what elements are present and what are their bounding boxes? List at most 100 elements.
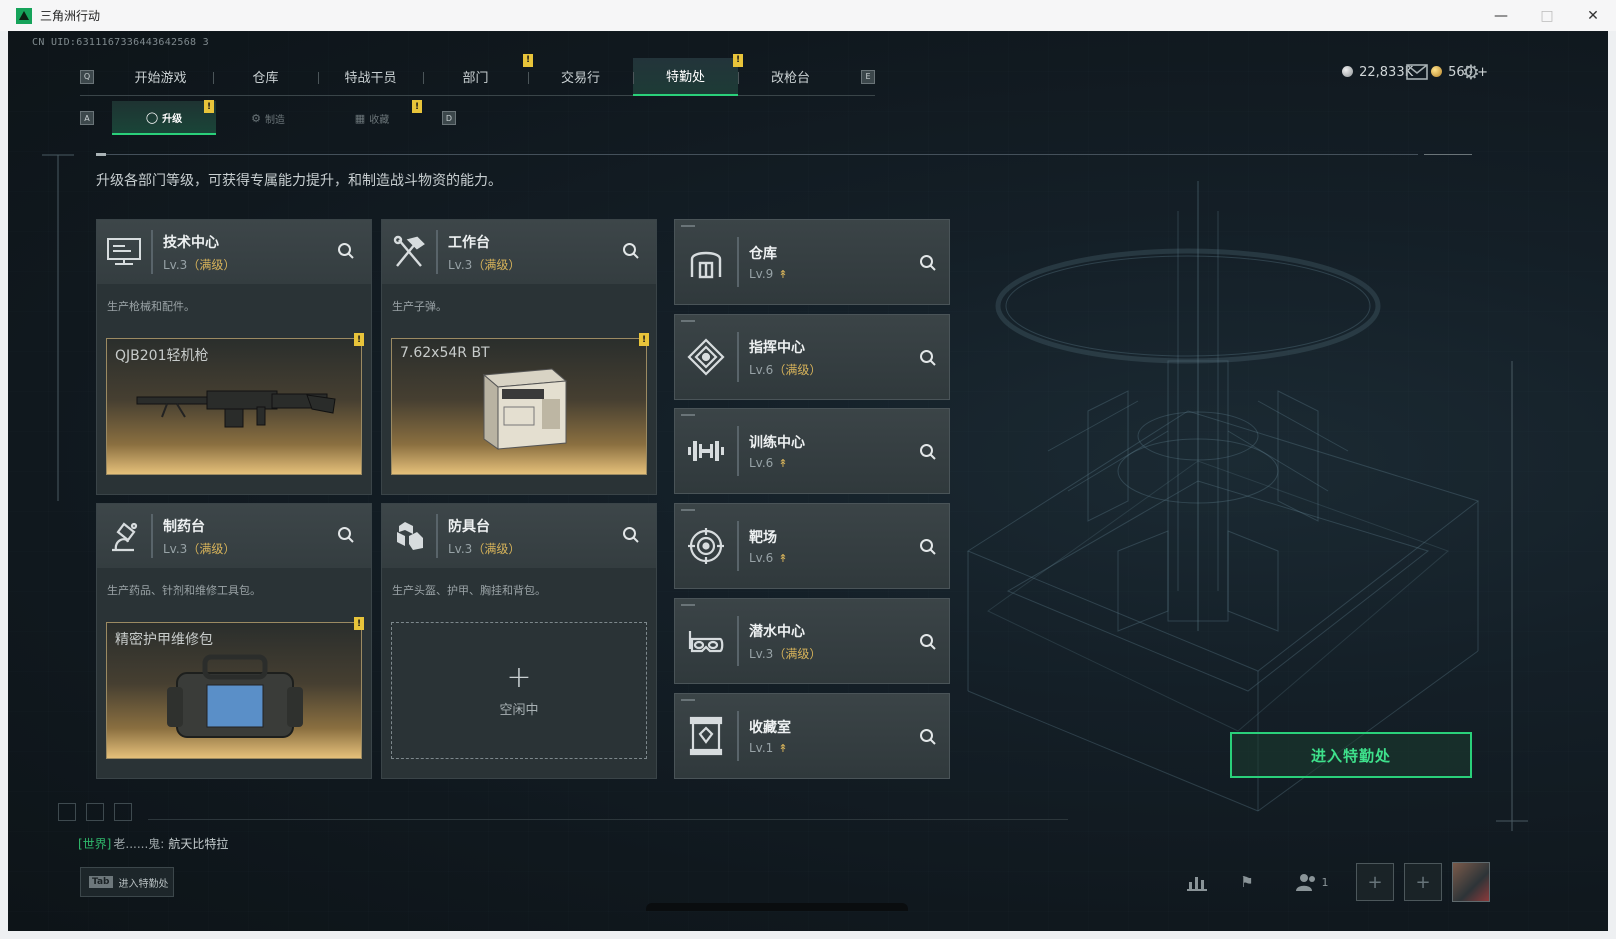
search-icon[interactable] (337, 526, 355, 544)
tab-trading[interactable]: 交易行 (528, 58, 633, 96)
chat-user: 老......鬼: (113, 837, 165, 851)
page-description: 升级各部门等级，可获得专属能力提升，和制造战斗物资的能力。 (96, 173, 502, 189)
facility-card-tech-center[interactable]: 技术中心 Lv.3（满级） 生产枪械和配件。 QJB201轻机枪 ! (96, 219, 372, 495)
app-window: 三角洲行动 — □ ✕ CN UID:6311167336443642568 3… (0, 0, 1616, 939)
add-teammate-slot-1[interactable]: + (1356, 863, 1394, 901)
facility-name: 收藏室 (749, 720, 791, 736)
facility-card-workbench[interactable]: 工作台 Lv.3（满级） 生产子弹。 7.62x54R BT ! (381, 219, 657, 495)
production-item-slot[interactable]: QJB201轻机枪 ! (106, 333, 364, 475)
tab-gunsmith[interactable]: 改枪台 (738, 58, 843, 96)
ammo-box-image (482, 368, 568, 450)
facility-card-pharmacy[interactable]: 制药台 Lv.3（满级） 生产药品、针剂和维修工具包。 精密护甲维修包 ! (96, 503, 372, 779)
facility-description: 生产药品、针剂和维修工具包。 (107, 584, 261, 597)
subtab-collect[interactable]: ▦ 收藏! (320, 100, 424, 135)
key-hint-e: E (861, 69, 875, 84)
tab-operators[interactable]: 特战干员 (318, 58, 423, 96)
idle-production-slot[interactable]: + 空闲中 (391, 622, 647, 759)
upgradable-arrow-icon: ↟ (778, 742, 788, 755)
facility-name: 制药台 (163, 518, 205, 535)
facility-shooting-range[interactable]: 靶场 Lv.6 ↟ (674, 503, 950, 589)
facility-level: Lv.6（满级） (749, 362, 822, 377)
upgrade-icon: ◯ (145, 110, 159, 124)
chat-scroll-track (148, 819, 1068, 820)
top-navigation: Q 开始游戏 仓库 特战干员 部门! 交易行 特勤处! 改枪台 E (80, 53, 875, 96)
tab-key-icon: Tab (89, 876, 113, 888)
divider (96, 153, 106, 156)
tab-special-ops[interactable]: 特勤处! (633, 53, 743, 96)
facility-level: Lv.3（满级） (448, 541, 521, 556)
facility-training-center[interactable]: 训练中心 Lv.6 ↟ (674, 408, 950, 494)
facility-level: Lv.3（满级） (448, 257, 521, 272)
search-icon[interactable] (622, 526, 640, 544)
search-icon[interactable] (919, 254, 937, 272)
subtab-craft[interactable]: ⚙ 制造 (216, 101, 320, 135)
upgradable-arrow-icon: ↟ (778, 552, 788, 565)
search-icon[interactable] (919, 728, 937, 746)
window-title: 三角洲行动 (40, 9, 101, 23)
tab-enter-hint-button[interactable]: Tab 进入特勤处 (80, 867, 174, 897)
facility-diving-center[interactable]: 潜水中心 Lv.3（满级） (674, 598, 950, 684)
add-teammate-slot-2[interactable]: + (1404, 863, 1442, 901)
facility-name: 工作台 (448, 234, 490, 251)
tech-center-icon (97, 220, 151, 284)
facility-name: 仓库 (749, 246, 777, 262)
key-hint-q: Q (80, 69, 94, 84)
alert-badge-icon: ! (412, 100, 422, 113)
player-avatar[interactable] (1452, 862, 1490, 902)
facility-name: 防具台 (448, 518, 490, 535)
key-hint-d: D (442, 111, 456, 125)
silver-currency: 22,833K (1342, 65, 1413, 80)
tab-label: 改枪台 (770, 71, 810, 86)
facility-name: 训练中心 (749, 435, 805, 451)
friends-icon[interactable]: 1 (1290, 867, 1334, 897)
stats-chart-icon[interactable] (1180, 867, 1214, 897)
tab-start-game[interactable]: 开始游戏 (108, 58, 213, 96)
chat-tab-slots (58, 803, 132, 821)
production-item-slot[interactable]: 精密护甲维修包 ! (106, 617, 364, 759)
minimize-icon[interactable]: — (1478, 0, 1524, 31)
idle-status: 空闲中 (499, 703, 539, 718)
search-icon[interactable] (919, 349, 937, 367)
search-icon[interactable] (919, 443, 937, 461)
subtab-upgrade[interactable]: ◯ 升级! (112, 100, 216, 135)
facility-command-center[interactable]: 指挥中心 Lv.6（满级） (674, 314, 950, 400)
facility-name: 靶场 (749, 530, 777, 546)
facility-collection-room[interactable]: 收藏室 Lv.1 ↟ (674, 693, 950, 779)
alert-badge-icon: ! (204, 100, 214, 113)
close-icon[interactable]: ✕ (1570, 0, 1616, 31)
app-logo-icon (16, 7, 32, 24)
flag-icon[interactable]: ⚑ (1230, 867, 1264, 897)
tab-department[interactable]: 部门! (423, 53, 533, 96)
bottom-handle-bar (646, 903, 908, 911)
upgradable-arrow-icon: ↟ (778, 268, 788, 281)
command-center-icon (675, 314, 737, 400)
tab-label: 仓库 (252, 71, 279, 86)
tab-warehouse[interactable]: 仓库 (213, 58, 318, 96)
gold-coin-icon (1431, 66, 1443, 77)
enter-special-ops-button[interactable]: 进入特勤处 (1230, 732, 1472, 778)
facility-warehouse[interactable]: 仓库 Lv.9 ↟ (674, 219, 950, 305)
facility-card-armor-bench[interactable]: 防具台 Lv.3（满级） 生产头盔、护甲、胸挂和背包。 + 空闲中 (381, 503, 657, 779)
mail-icon[interactable] (1404, 61, 1430, 83)
search-icon[interactable] (919, 633, 937, 651)
search-icon[interactable] (919, 538, 937, 556)
settings-gear-icon[interactable]: ⚙ (1458, 60, 1484, 84)
search-icon[interactable] (337, 242, 355, 260)
tab-hint-label: 进入特勤处 (118, 878, 169, 890)
facility-level: Lv.1 ↟ (749, 741, 788, 755)
facility-level: Lv.6 ↟ (749, 456, 788, 470)
maximize-icon[interactable]: □ (1524, 0, 1570, 31)
chat-slot[interactable] (58, 803, 76, 821)
facility-name: 指挥中心 (749, 339, 805, 356)
divider (96, 154, 1418, 155)
chat-message[interactable]: [世界] 老......鬼: 航天比特拉 (78, 835, 228, 852)
facility-level: Lv.9 ↟ (749, 267, 788, 281)
chat-slot[interactable] (114, 803, 132, 821)
production-item-slot[interactable]: 7.62x54R BT ! (391, 333, 649, 475)
repair-kit-image (167, 654, 303, 738)
facility-description: 生产枪械和配件。 (107, 300, 195, 313)
search-icon[interactable] (622, 242, 640, 260)
divider (1424, 154, 1472, 155)
chat-slot[interactable] (86, 803, 104, 821)
facility-level: Lv.3（满级） (163, 541, 236, 556)
